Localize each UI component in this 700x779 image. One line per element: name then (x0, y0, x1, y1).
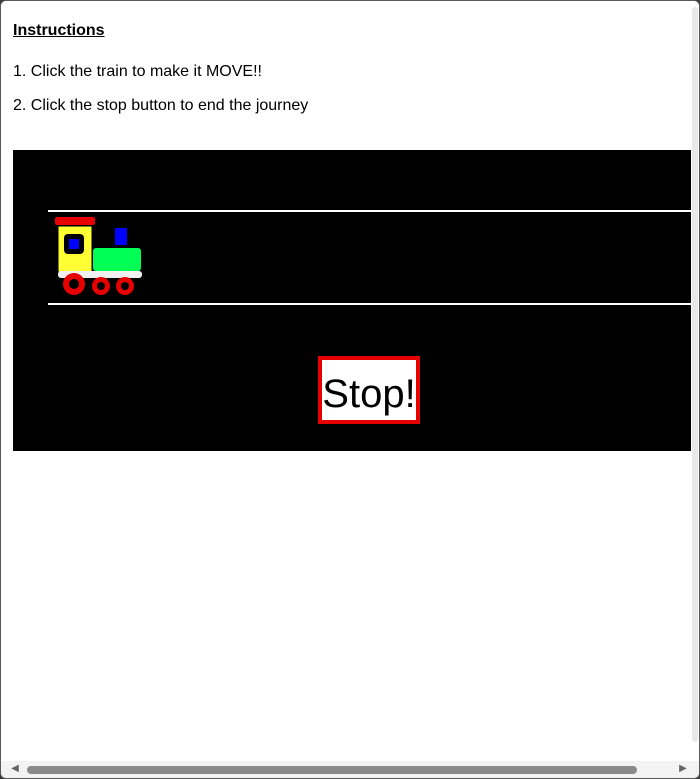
vertical-scrollbar[interactable] (691, 1, 699, 761)
horizontal-scrollbar[interactable]: ◀ ▶ (1, 761, 699, 778)
rail-bottom (48, 303, 693, 305)
browser-window: Instructions 1. Click the train to make … (0, 0, 700, 779)
train-scene: Stop! (13, 150, 693, 451)
instruction-step-2: 2. Click the stop button to end the jour… (13, 97, 309, 114)
toy-train-icon (55, 217, 142, 295)
scroll-right-icon[interactable]: ▶ (677, 763, 689, 775)
horizontal-scrollbar-thumb[interactable] (27, 766, 637, 774)
stop-button[interactable]: Stop! (318, 356, 420, 424)
rail-top (48, 210, 693, 212)
vertical-scrollbar-thumb[interactable] (692, 7, 698, 742)
scroll-left-icon[interactable]: ◀ (9, 763, 21, 775)
train[interactable] (53, 216, 145, 300)
page-content: Instructions 1. Click the train to make … (1, 1, 693, 761)
instructions-heading: Instructions (13, 22, 105, 39)
instruction-step-1: 1. Click the train to make it MOVE!! (13, 63, 262, 80)
